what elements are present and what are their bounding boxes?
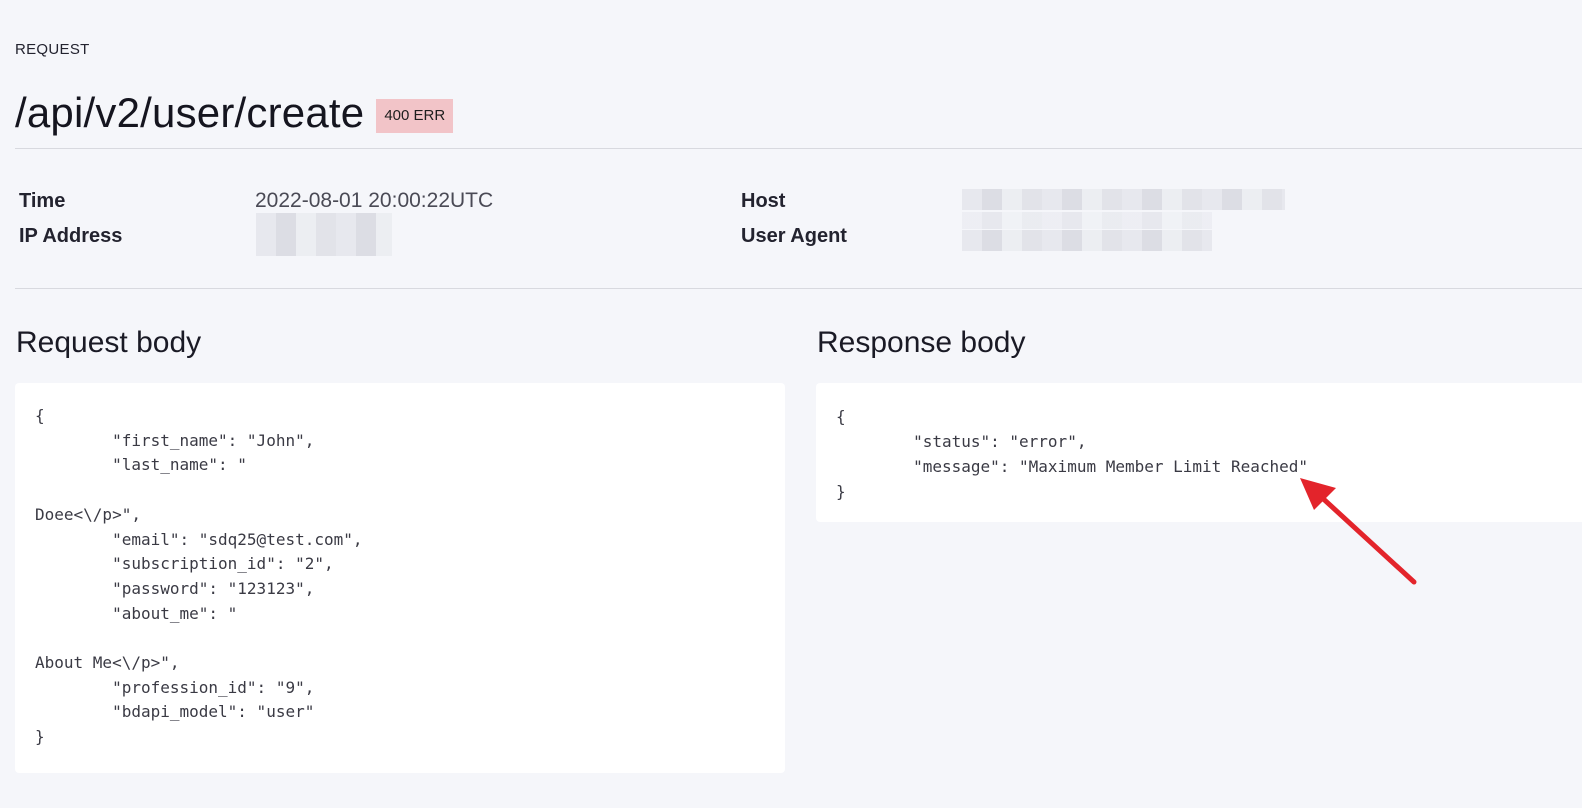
title-row: /api/v2/user/create 400 ERR bbox=[15, 88, 454, 138]
request-body-code: { "first_name": "John", "last_name": " D… bbox=[35, 406, 363, 747]
host-redacted bbox=[962, 189, 1285, 210]
request-body-panel: { "first_name": "John", "last_name": " D… bbox=[15, 383, 785, 773]
divider-top bbox=[15, 148, 1582, 149]
response-body-panel: { "status": "error", "message": "Maximum… bbox=[816, 383, 1582, 522]
request-detail-page: REQUEST /api/v2/user/create 400 ERR Time… bbox=[0, 0, 1582, 808]
section-kicker: REQUEST bbox=[15, 41, 90, 58]
user-agent-redacted bbox=[962, 230, 1212, 251]
divider-middle bbox=[15, 288, 1582, 289]
ip-address-redacted bbox=[256, 213, 392, 256]
request-body-title: Request body bbox=[16, 326, 202, 359]
host-redacted-shadow bbox=[962, 212, 1212, 229]
response-body-code: { "status": "error", "message": "Maximum… bbox=[836, 407, 1309, 501]
endpoint-title: /api/v2/user/create bbox=[15, 89, 365, 136]
host-label: Host bbox=[741, 190, 786, 212]
time-label: Time bbox=[19, 190, 66, 212]
ip-address-label: IP Address bbox=[19, 225, 123, 247]
red-arrow-icon bbox=[1300, 478, 1417, 585]
time-value: 2022-08-01 20:00:22UTC bbox=[255, 189, 494, 212]
response-body-title: Response body bbox=[817, 326, 1026, 359]
user-agent-label: User Agent bbox=[741, 225, 847, 247]
status-badge: 400 ERR bbox=[376, 99, 454, 133]
